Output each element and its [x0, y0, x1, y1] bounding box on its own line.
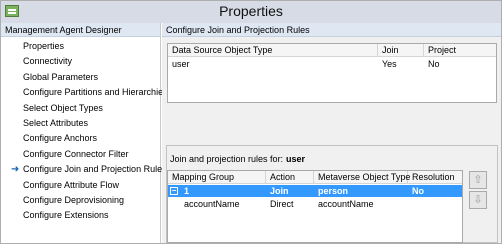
content-pane-header: Configure Join and Projection Rules: [162, 23, 501, 37]
nav-item-label: Select Attributes: [23, 117, 89, 128]
move-down-button[interactable]: ⇩: [469, 191, 487, 209]
arrow-down-icon: ⇩: [473, 194, 483, 206]
cell-resolution: [408, 198, 462, 210]
content-pane: Configure Join and Projection Rules Data…: [162, 23, 501, 243]
object-table-header: Data Source Object Type Join Project: [168, 44, 496, 57]
nav-item-properties[interactable]: Properties: [1, 39, 160, 54]
mapping-rule-row[interactable]: accountName Direct accountName: [168, 198, 462, 210]
object-type-table: Data Source Object Type Join Project use…: [167, 43, 497, 103]
column-header-mapping-group[interactable]: Mapping Group: [168, 171, 266, 184]
rules-for-object: user: [286, 154, 306, 164]
cell-action: Direct: [270, 199, 294, 209]
column-header-resolution[interactable]: Resolution: [408, 171, 462, 184]
designer-nav-pane: Management Agent Designer Properties Con…: [1, 23, 168, 243]
move-up-button[interactable]: ⇧: [469, 171, 487, 189]
nav-item-extensions[interactable]: Configure Extensions: [1, 208, 160, 223]
nav-item-label: Select Object Types: [23, 102, 103, 113]
nav-item-connectivity[interactable]: Connectivity: [1, 54, 160, 69]
nav-item-connector-filter[interactable]: Configure Connector Filter: [1, 147, 160, 162]
mapping-group-row-selected[interactable]: − 1 Join person No: [168, 185, 462, 197]
column-header-metaverse-object-type[interactable]: Metaverse Object Type: [314, 171, 410, 184]
arrow-right-icon: ➜: [11, 164, 20, 176]
nav-item-label: Properties: [23, 41, 65, 51]
nav-item-label: Configure Deprovisioning: [23, 194, 125, 205]
nav-item-partitions[interactable]: Configure Partitions and Hierarchies: [1, 85, 168, 100]
column-header-project[interactable]: Project: [424, 44, 496, 57]
nav-item-anchors[interactable]: Configure Anchors: [1, 131, 160, 146]
cell-object-type: user: [172, 59, 190, 69]
column-header-join[interactable]: Join: [378, 44, 424, 57]
nav-item-label: Configure Anchors: [23, 133, 98, 144]
table-row[interactable]: user Yes No: [168, 58, 496, 70]
nav-item-label: Configure Extensions: [23, 210, 109, 221]
window-title: Properties: [219, 3, 283, 19]
nav-item-join-projection[interactable]: ➜ Configure Join and Projection Rules: [1, 162, 167, 177]
rules-for-label: Join and projection rules for:: [170, 154, 284, 164]
nav-item-deprovisioning[interactable]: Configure Deprovisioning: [1, 193, 160, 208]
cell-resolution: No: [412, 186, 424, 196]
nav-item-label: Configure Connector Filter: [23, 148, 129, 159]
title-bar: Properties: [1, 1, 501, 23]
cell-metaverse-object-type: person: [318, 186, 349, 196]
nav-item-attributes[interactable]: Select Attributes: [1, 116, 160, 131]
cell-metaverse-attribute: accountName: [318, 199, 374, 209]
collapse-minus-icon[interactable]: −: [170, 187, 178, 195]
cell-mapping-group: − 1: [168, 185, 266, 197]
nav-item-label: Connectivity: [23, 56, 73, 67]
cell-join: Yes: [382, 59, 397, 69]
column-header-action[interactable]: Action: [266, 171, 314, 184]
nav-pane-header: Management Agent Designer: [1, 23, 160, 37]
nav-item-attribute-flow[interactable]: Configure Attribute Flow: [1, 178, 160, 193]
join-projection-rules-table: Mapping Group Action Metaverse Object Ty…: [167, 170, 463, 243]
nav-item-label: Configure Attribute Flow: [23, 179, 120, 190]
cell-project: No: [428, 59, 440, 69]
mapping-group-number: 1: [184, 186, 190, 196]
cell-action: Join: [270, 186, 289, 196]
nav-item-global-parameters[interactable]: Global Parameters: [1, 70, 160, 85]
column-header-data-source-object-type[interactable]: Data Source Object Type: [168, 44, 378, 57]
designer-nav-list: Properties Connectivity Global Parameter…: [1, 39, 168, 224]
nav-item-label: Configure Join and Projection Rules: [23, 164, 167, 175]
nav-item-label: Configure Partitions and Hierarchies: [23, 87, 168, 98]
nav-item-object-types[interactable]: Select Object Types: [1, 101, 160, 116]
rules-table-header: Mapping Group Action Metaverse Object Ty…: [168, 171, 462, 184]
properties-window: Properties Management Agent Designer Pro…: [0, 0, 502, 244]
arrow-up-icon: ⇧: [473, 174, 483, 186]
cell-mapping-attribute: accountName: [184, 199, 240, 209]
nav-item-label: Global Parameters: [23, 71, 99, 82]
